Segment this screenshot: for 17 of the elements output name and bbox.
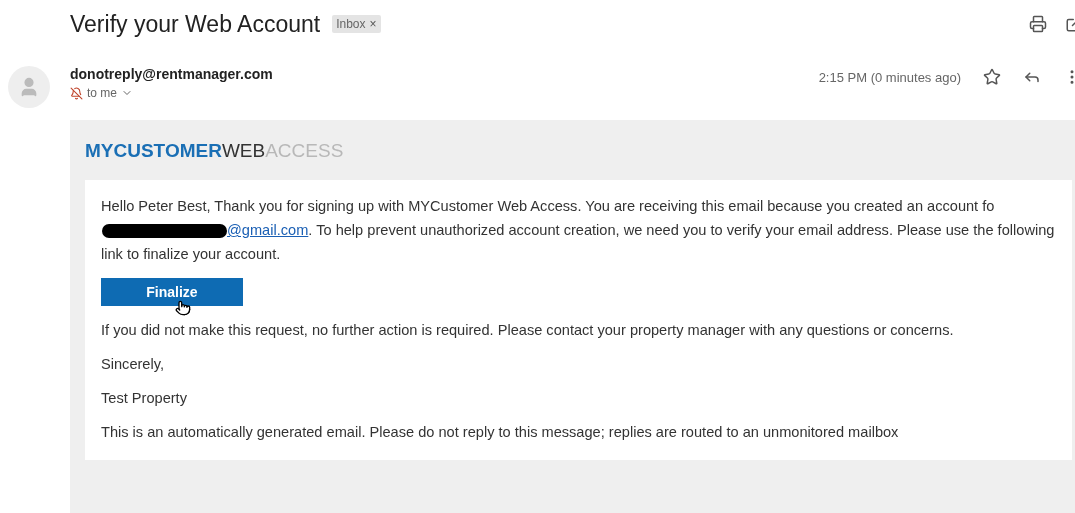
intro-paragraph: Hello Peter Best, Thank you for signing up with MYCustomer Web Access. You are receiving this email because you created an account fo @gmail.com. To help prevent unauthorized account creation, we need you to verify your email address. Please use the following link to finalize your account. <box>101 197 1056 264</box>
star-icon[interactable] <box>983 68 1001 86</box>
email-subject: Verify your Web Account <box>70 10 321 38</box>
body-paragraph: This is an automatically generated email. Please do not reply to this message; replies are routed to an unmonitored mailbox <box>101 423 900 442</box>
recipient-dropdown[interactable]: to me <box>70 86 273 100</box>
hand-cursor-icon <box>175 300 191 316</box>
sender-address: donotreply@rentmanager.com <box>70 66 273 82</box>
avatar <box>8 66 50 108</box>
body-paragraph: Sincerely, <box>101 355 165 374</box>
body-paragraph: If you did not make this request, no further action is required. Please contact your property manager with any questions or concerns. <box>101 321 955 340</box>
finalize-button[interactable]: Finalize <box>101 278 243 306</box>
print-icon[interactable] <box>1029 15 1047 33</box>
label-text: Inbox <box>336 17 366 31</box>
received-time: 2:15 PM (0 minutes ago) <box>818 69 961 85</box>
muted-bell-icon <box>70 86 83 100</box>
label-remove-button[interactable]: × <box>369 17 377 31</box>
body-paragraph: Test Property <box>101 389 188 408</box>
